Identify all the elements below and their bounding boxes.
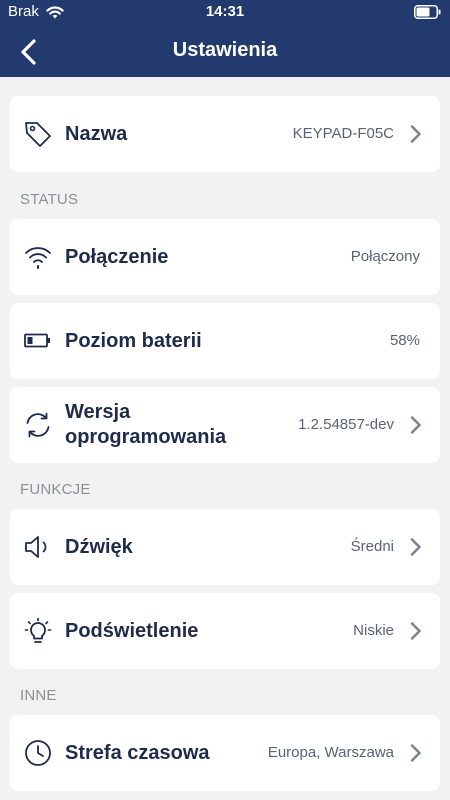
battery-row: Poziom baterii 58% [10,303,440,379]
status-bar: Brak 14:31 [0,0,450,24]
sound-label: Dźwięk [65,536,133,558]
chevron-right-icon [410,416,422,434]
backlight-row[interactable]: Podświetlenie Niskie [10,593,440,669]
page-title: Ustawienia [172,39,278,61]
section-header-other: INNE [20,687,57,704]
section-header-status: STATUS [20,191,79,208]
connection-label: Połączenie [65,246,169,268]
name-label: Nazwa [65,123,128,145]
clock: 14:31 [205,3,245,20]
timezone-row[interactable]: Strefa czasowa Europa, Warszawa [10,715,440,791]
clock-icon [23,738,53,768]
timezone-label: Strefa czasowa [65,742,210,764]
lightbulb-icon [23,616,53,646]
chevron-right-icon [410,538,422,556]
name-row[interactable]: Nazwa KEYPAD-F05C [10,96,440,172]
timezone-value: Europa, Warszawa [267,744,394,761]
sound-row[interactable]: Dźwięk Średni [10,509,440,585]
firmware-label-line1: Wersja [65,401,131,423]
section-header-functions: FUNKCJE [20,481,91,498]
battery-icon [23,326,53,356]
battery-label: Poziom baterii [65,330,202,352]
backlight-value: Niskie [353,622,394,639]
connection-row: Połączenie Połączony [10,219,440,295]
connection-value: Połączony [350,248,420,265]
chevron-right-icon [410,622,422,640]
app-header: Brak 14:31 Ustawienia [0,0,450,77]
firmware-value: 1.2.54857-dev [298,416,394,433]
sound-value: Średni [350,538,394,555]
speaker-icon [23,532,53,562]
firmware-row[interactable]: Wersja oprogramowania 1.2.54857-dev [10,387,440,463]
firmware-label-line2: oprogramowania [65,426,227,448]
chevron-right-icon [410,744,422,762]
battery-value: 58% [389,332,420,349]
refresh-icon [23,410,53,440]
chevron-right-icon [410,125,422,143]
battery-status-icon [414,5,441,19]
navigation-bar: Ustawienia [0,28,450,74]
wifi-icon [23,242,53,272]
name-value: KEYPAD-F05C [292,125,394,142]
tag-icon [23,119,53,149]
backlight-label: Podświetlenie [65,620,199,642]
